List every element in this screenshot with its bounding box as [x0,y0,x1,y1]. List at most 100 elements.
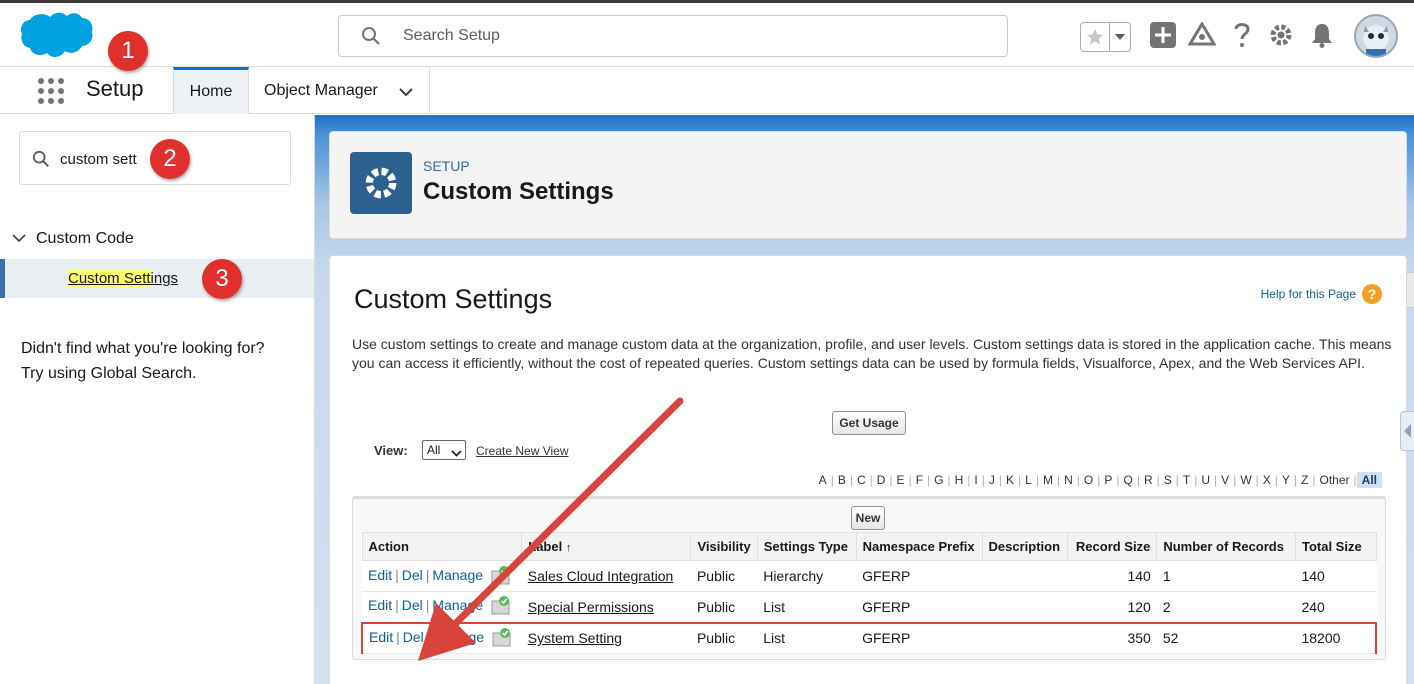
alpha-filter-d[interactable]: D [873,473,890,487]
not-found-line-2: Try using Global Search. [21,365,197,382]
alpha-filter-u[interactable]: U [1197,473,1214,487]
col-record-size[interactable]: Record Size [1067,532,1158,561]
help-icon[interactable] [1228,21,1256,49]
edit-link[interactable]: Edit [369,629,393,645]
help-for-page-link[interactable]: Help for this Page ? [1261,284,1382,304]
user-avatar[interactable] [1354,14,1398,58]
col-total-size[interactable]: Total Size [1294,532,1377,561]
salesforce-logo[interactable] [20,11,94,63]
chevron-down-icon[interactable] [12,230,26,248]
col-description[interactable]: Description [981,532,1069,561]
alpha-filter-w[interactable]: W [1236,473,1255,487]
favorites-star-icon[interactable] [1081,23,1111,51]
alpha-filter-i[interactable]: I [970,473,981,487]
alpha-filter-t[interactable]: T [1179,473,1194,487]
alpha-filter-o[interactable]: O [1080,473,1097,487]
notifications-bell-icon[interactable] [1308,21,1336,49]
alpha-filter-z[interactable]: Z [1297,473,1312,487]
page-title: Custom Settings [423,178,614,205]
setting-label-link[interactable]: Sales Cloud Integration [528,568,674,584]
create-new-view-link[interactable]: Create New View [476,444,568,458]
list-frame: New Action Label ↑ Visibility Settings T… [352,496,1386,660]
global-actions-plus-icon[interactable] [1149,21,1177,49]
alpha-filter-c[interactable]: C [853,473,870,487]
custom-setting-icon [491,595,511,618]
alpha-filter-r[interactable]: R [1140,473,1157,487]
alpha-filter-b[interactable]: B [834,473,850,487]
del-link[interactable]: Del [403,629,424,645]
alpha-filter-l[interactable]: L [1021,473,1036,487]
alpha-filter-g[interactable]: G [930,473,947,487]
alpha-filter-y[interactable]: Y [1278,473,1294,487]
col-settings-type[interactable]: Settings Type [756,532,857,561]
global-search-input[interactable] [403,24,963,48]
col-namespace-prefix[interactable]: Namespace Prefix [855,532,983,561]
manage-link[interactable]: Manage [432,567,483,583]
col-label-text: Label [528,539,563,554]
alpha-filter-e[interactable]: E [893,473,909,487]
view-select[interactable]: All [422,440,466,460]
tree-node-custom-code[interactable]: Custom Code [12,230,134,248]
tab-object-manager[interactable]: Object Manager [249,67,430,114]
sidebar-toggle-handle[interactable] [1400,411,1414,451]
trailhead-guidance-icon[interactable] [1188,21,1216,49]
del-link[interactable]: Del [402,567,423,583]
del-link[interactable]: Del [402,597,423,613]
gear-icon [350,152,412,214]
cell-description [982,621,1068,654]
app-launcher-icon[interactable] [38,78,64,104]
alpha-filter-m[interactable]: M [1039,473,1057,487]
alpha-filter-f[interactable]: F [912,473,927,487]
favorites-dropdown-icon[interactable] [1110,23,1130,51]
edit-link[interactable]: Edit [368,567,392,583]
col-label[interactable]: Label ↑ [521,532,692,561]
cell-label: System Setting [521,621,691,654]
page-header-eyebrow: SETUP [423,158,470,174]
custom-settings-table: Action Label ↑ Visibility Settings Type … [361,532,1377,654]
alpha-filter-j[interactable]: J [985,473,999,487]
alpha-filter-h[interactable]: H [951,473,968,487]
custom-setting-icon [491,565,511,588]
manage-link[interactable]: Manage [433,629,484,645]
search-icon [32,150,50,171]
context-bar: Setup Home Object Manager [0,67,1414,114]
edit-link[interactable]: Edit [368,597,392,613]
alpha-filter-s[interactable]: S [1160,473,1176,487]
alpha-filter-a[interactable]: A [815,473,831,487]
alpha-filter-x[interactable]: X [1259,473,1275,487]
annotation-badge-2: 2 [150,139,190,179]
cell-namespace-prefix: GFERP [856,560,983,592]
chevron-down-icon[interactable] [399,84,413,102]
setting-label-link[interactable]: Special Permissions [528,599,654,615]
custom-settings-link[interactable]: Custom Settings [68,270,178,287]
not-found-line-1: Didn't find what you're looking for? [21,340,265,357]
chevron-down-icon [451,446,462,460]
setting-label-link[interactable]: System Setting [528,630,622,646]
alpha-filter-q[interactable]: Q [1120,473,1137,487]
cell-number-of-records: 2 [1156,591,1296,623]
alpha-filter-n[interactable]: N [1060,473,1077,487]
alpha-filter-p[interactable]: P [1100,473,1116,487]
tree-item-custom-settings[interactable]: Custom Settings [0,259,314,298]
col-number-of-records[interactable]: Number of Records [1156,532,1296,561]
alpha-filter-v[interactable]: V [1217,473,1233,487]
alpha-filter-all[interactable]: All [1356,472,1382,488]
alpha-filter-other[interactable]: Other [1316,473,1354,487]
cell-label: Special Permissions [521,591,691,623]
cell-visibility: Public [690,560,758,592]
global-search-box[interactable] [338,15,1008,57]
global-header [0,0,1414,67]
new-button[interactable]: New [851,506,885,530]
manage-link[interactable]: Manage [432,597,483,613]
search-match-highlight: Custom Sett [68,270,151,287]
tab-home[interactable]: Home [173,67,249,114]
setup-gear-icon[interactable] [1267,21,1295,49]
alpha-filter-k[interactable]: K [1002,473,1018,487]
get-usage-button[interactable]: Get Usage [832,411,906,435]
table-row: Edit | Del | Manage Special Permissions Public… [362,591,1376,623]
help-question-icon[interactable]: ? [1362,284,1382,304]
cell-description [982,591,1068,623]
annotation-badge-1: 1 [108,31,148,71]
page-description: Use custom settings to create and manage… [352,336,1392,371]
col-visibility[interactable]: Visibility [690,532,758,561]
